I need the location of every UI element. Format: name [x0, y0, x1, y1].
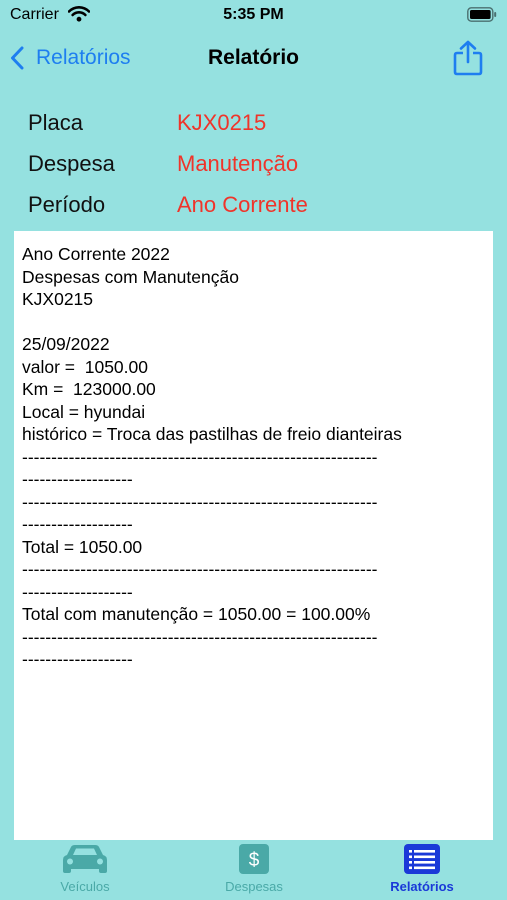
info-row-despesa: Despesa Manutenção: [28, 145, 488, 186]
tab-despesas-label: Despesas: [225, 879, 283, 894]
svg-text:$: $: [249, 850, 260, 871]
info-row-periodo: Período Ano Corrente: [28, 186, 488, 227]
tab-bar: Veículos $ Despesas Relatórios: [0, 840, 507, 900]
share-icon[interactable]: [453, 40, 483, 76]
report-text: Ano Corrente 2022 Despesas com Manutençã…: [22, 244, 402, 669]
info-row-placa: Placa KJX0215: [28, 104, 488, 145]
report-filters: Placa KJX0215 Despesa Manutenção Período…: [28, 104, 488, 227]
periodo-value: Ano Corrente: [177, 192, 308, 217]
tab-despesas[interactable]: $ Despesas: [184, 842, 324, 898]
report-text-view[interactable]: Ano Corrente 2022 Despesas com Manutençã…: [14, 231, 493, 840]
despesa-value: Manutenção: [177, 151, 299, 176]
tab-relatorios-label: Relatórios: [390, 879, 454, 894]
battery-icon: [467, 7, 497, 22]
status-bar: Carrier 5:35 PM: [0, 0, 507, 32]
dollar-icon: $: [239, 844, 269, 874]
page-title: Relatório: [207, 46, 299, 69]
tab-relatorios[interactable]: Relatórios: [352, 842, 492, 898]
tab-veiculos[interactable]: Veículos: [15, 842, 155, 898]
status-time: 5:35 PM: [223, 6, 284, 23]
placa-label: Placa: [28, 110, 84, 135]
navigation-bar: Relatórios Relatório: [0, 32, 507, 84]
tab-veiculos-label: Veículos: [60, 879, 110, 894]
despesa-label: Despesa: [28, 151, 115, 176]
periodo-label: Período: [28, 192, 106, 217]
placa-value: KJX0215: [177, 110, 267, 135]
list-icon: [404, 844, 440, 874]
car-icon: [63, 845, 107, 873]
